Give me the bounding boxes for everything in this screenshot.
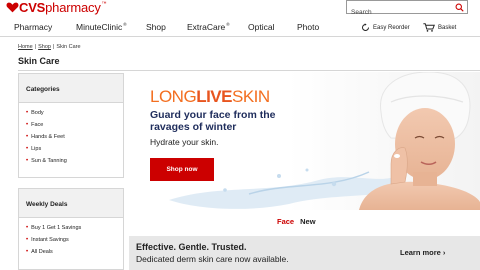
basket-icon (423, 23, 435, 32)
easy-reorder-link[interactable]: Easy Reorder (361, 23, 410, 32)
nav-shop[interactable]: Shop (146, 22, 166, 32)
search-input[interactable] (347, 6, 451, 19)
category-lips[interactable]: Lips (26, 145, 123, 157)
deal-all-deals[interactable]: All Deals (26, 248, 123, 260)
deal-instant-savings[interactable]: Instant Savings (26, 236, 123, 248)
breadcrumb-current: Skin Care (56, 44, 81, 50)
categories-list: Body Face Hands & Feet Lips Sun & Tannin… (19, 103, 123, 169)
derm-care-banner[interactable]: Effective. Gentle. Trusted. Dedicated de… (129, 236, 480, 270)
category-body[interactable]: Body (26, 109, 123, 121)
breadcrumb-shop[interactable]: Shop (38, 44, 51, 50)
heart-icon (6, 2, 19, 12)
basket-link[interactable]: Basket (423, 23, 456, 32)
learn-more-link[interactable]: Learn more › (400, 248, 445, 257)
weekly-deals-panel: Weekly Deals Buy 1 Get 1 Savings Instant… (18, 188, 124, 270)
breadcrumb-separator: | (34, 44, 37, 50)
nav-photo[interactable]: Photo (297, 22, 319, 32)
nav-pharmacy[interactable]: Pharmacy (14, 22, 52, 32)
main-nav: Pharmacy MinuteClinic® Shop ExtraCare® O… (0, 22, 480, 36)
product-tabs: Face New (277, 217, 316, 226)
nav-divider (0, 36, 480, 37)
hero-title: LONGLIVESKIN (150, 87, 270, 106)
banner-headline: Effective. Gentle. Trusted. (136, 242, 247, 252)
hero-banner[interactable]: LONGLIVESKIN Guard your face from the ra… (129, 72, 480, 210)
header: CVSpharmacy ™ Pharmacy MinuteClinic® Sho… (0, 0, 480, 36)
hero-subhead: Hydrate your skin. (150, 137, 219, 147)
title-divider (18, 70, 480, 71)
basket-label: Basket (438, 24, 457, 31)
deal-bogo[interactable]: Buy 1 Get 1 Savings (26, 224, 123, 236)
breadcrumb-separator: | (52, 44, 55, 50)
search-box (346, 0, 468, 19)
nav-minuteclinic[interactable]: MinuteClinic® (76, 22, 127, 32)
cvs-logo[interactable]: CVSpharmacy ™ (6, 0, 107, 15)
reorder-icon (362, 23, 369, 31)
categories-title: Categories (19, 74, 123, 103)
category-hands-feet[interactable]: Hands & Feet (26, 133, 123, 145)
logo-text: CVSpharmacy (19, 0, 101, 15)
banner-subline: Dedicated derm skin care now available. (136, 254, 289, 264)
nav-optical[interactable]: Optical (248, 22, 274, 32)
shop-now-button[interactable]: Shop now (150, 158, 214, 181)
category-face[interactable]: Face (26, 121, 123, 133)
search-icon[interactable] (455, 3, 464, 12)
category-sun-tanning[interactable]: Sun & Tanning (26, 157, 123, 169)
tab-face[interactable]: Face (277, 217, 294, 226)
tab-new[interactable]: New (300, 217, 315, 226)
weekly-deals-list: Buy 1 Get 1 Savings Instant Savings All … (19, 218, 123, 260)
trademark: ™ (101, 1, 107, 7)
breadcrumb: Home | Shop | Skin Care (18, 44, 81, 50)
easy-reorder-label: Easy Reorder (373, 24, 410, 31)
hero-headline: Guard your face from the ravages of wint… (150, 109, 276, 133)
weekly-deals-title: Weekly Deals (19, 189, 123, 218)
categories-panel: Categories Body Face Hands & Feet Lips S… (18, 73, 124, 178)
breadcrumb-home[interactable]: Home (18, 44, 33, 50)
nav-extracare[interactable]: ExtraCare® (187, 22, 230, 32)
page-title: Skin Care (18, 56, 60, 66)
